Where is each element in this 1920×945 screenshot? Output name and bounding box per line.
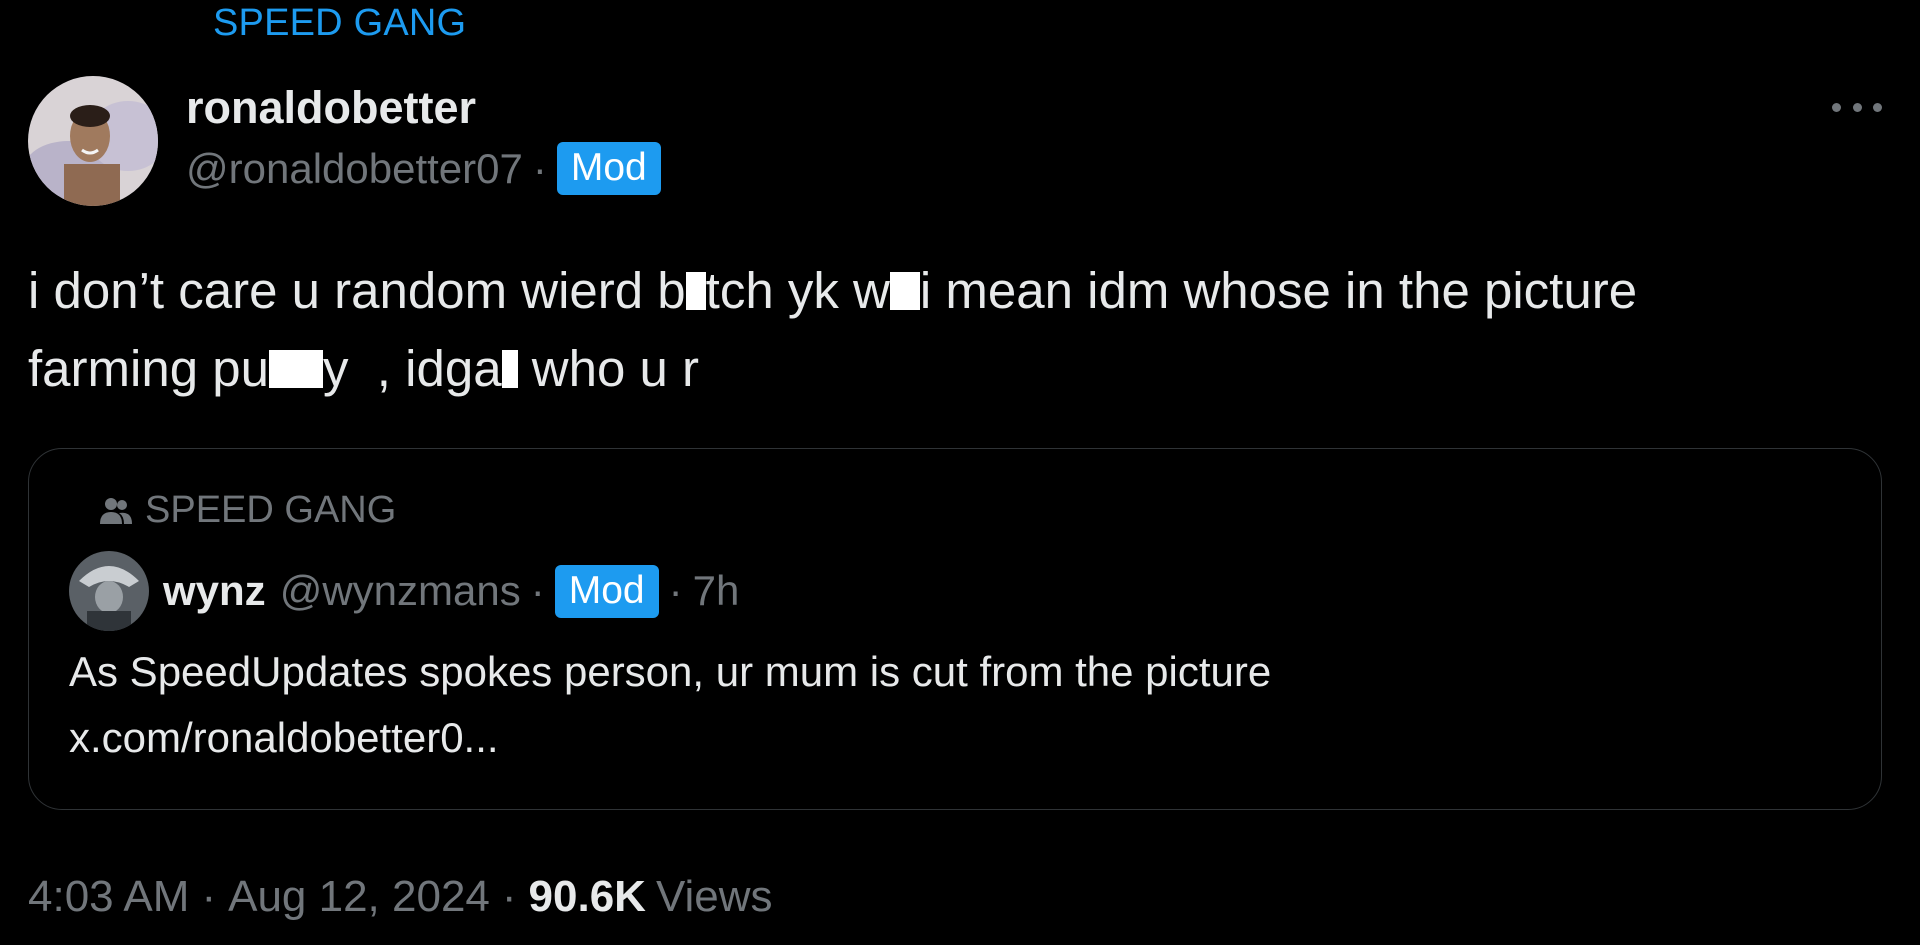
redaction-block bbox=[268, 350, 323, 388]
avatar-image bbox=[69, 551, 149, 631]
redaction-block bbox=[501, 350, 518, 388]
quote-author-handle[interactable]: @wynzmans bbox=[280, 567, 521, 615]
mod-badge: Mod bbox=[556, 142, 661, 195]
separator-dot: · bbox=[668, 567, 683, 614]
more-options-icon[interactable] bbox=[1832, 92, 1882, 122]
tweet-time[interactable]: 4:03 AM bbox=[28, 872, 189, 922]
separator-dot: · bbox=[530, 567, 545, 614]
mod-badge: Mod bbox=[554, 564, 659, 618]
community-link[interactable]: SPEED GANG bbox=[213, 2, 466, 45]
separator-dot: · bbox=[501, 872, 517, 921]
quote-text: As SpeedUpdates spokes person, ur mum is… bbox=[69, 639, 1271, 771]
separator-dot: · bbox=[532, 144, 547, 192]
tweet-text: i don’t care u random wierd b tch yk wi m… bbox=[28, 262, 1638, 397]
tweet-date[interactable]: Aug 12, 2024 bbox=[228, 872, 490, 922]
author-handle[interactable]: @ronaldobetter07 bbox=[186, 145, 523, 193]
quote-text-line: As SpeedUpdates spokes person, ur mum is… bbox=[69, 648, 1272, 695]
quote-author-avatar[interactable] bbox=[69, 551, 149, 631]
community-icon bbox=[100, 497, 132, 524]
quote-community-label: SPEED GANG bbox=[99, 489, 396, 532]
quote-timestamp[interactable]: 7h bbox=[693, 567, 740, 615]
tweet-meta: 4:03 AM · Aug 12, 2024 · 90.6K Views bbox=[28, 872, 773, 922]
separator-dot: · bbox=[201, 872, 217, 921]
views-count: 90.6K bbox=[528, 872, 646, 921]
author-handle-row: @ronaldobetter07 · Mod bbox=[186, 142, 661, 195]
author-avatar[interactable] bbox=[28, 76, 158, 206]
quoted-tweet-card[interactable]: SPEED GANG wynz @wynzmans · Mod · 7h As … bbox=[28, 448, 1882, 810]
quote-link[interactable]: x.com/ronaldobetter0... bbox=[69, 705, 1271, 771]
avatar-image bbox=[28, 76, 158, 206]
tweet-page: SPEED GANG ronaldobetter @ronaldobetter0… bbox=[0, 0, 1920, 945]
redaction-block bbox=[889, 272, 920, 310]
views-label: Views bbox=[655, 872, 773, 921]
author-display-name[interactable]: ronaldobetter bbox=[186, 82, 476, 134]
quote-header: wynz @wynzmans · Mod · 7h bbox=[69, 551, 739, 631]
quote-author-name[interactable]: wynz bbox=[163, 567, 266, 615]
redaction-block bbox=[685, 272, 706, 310]
